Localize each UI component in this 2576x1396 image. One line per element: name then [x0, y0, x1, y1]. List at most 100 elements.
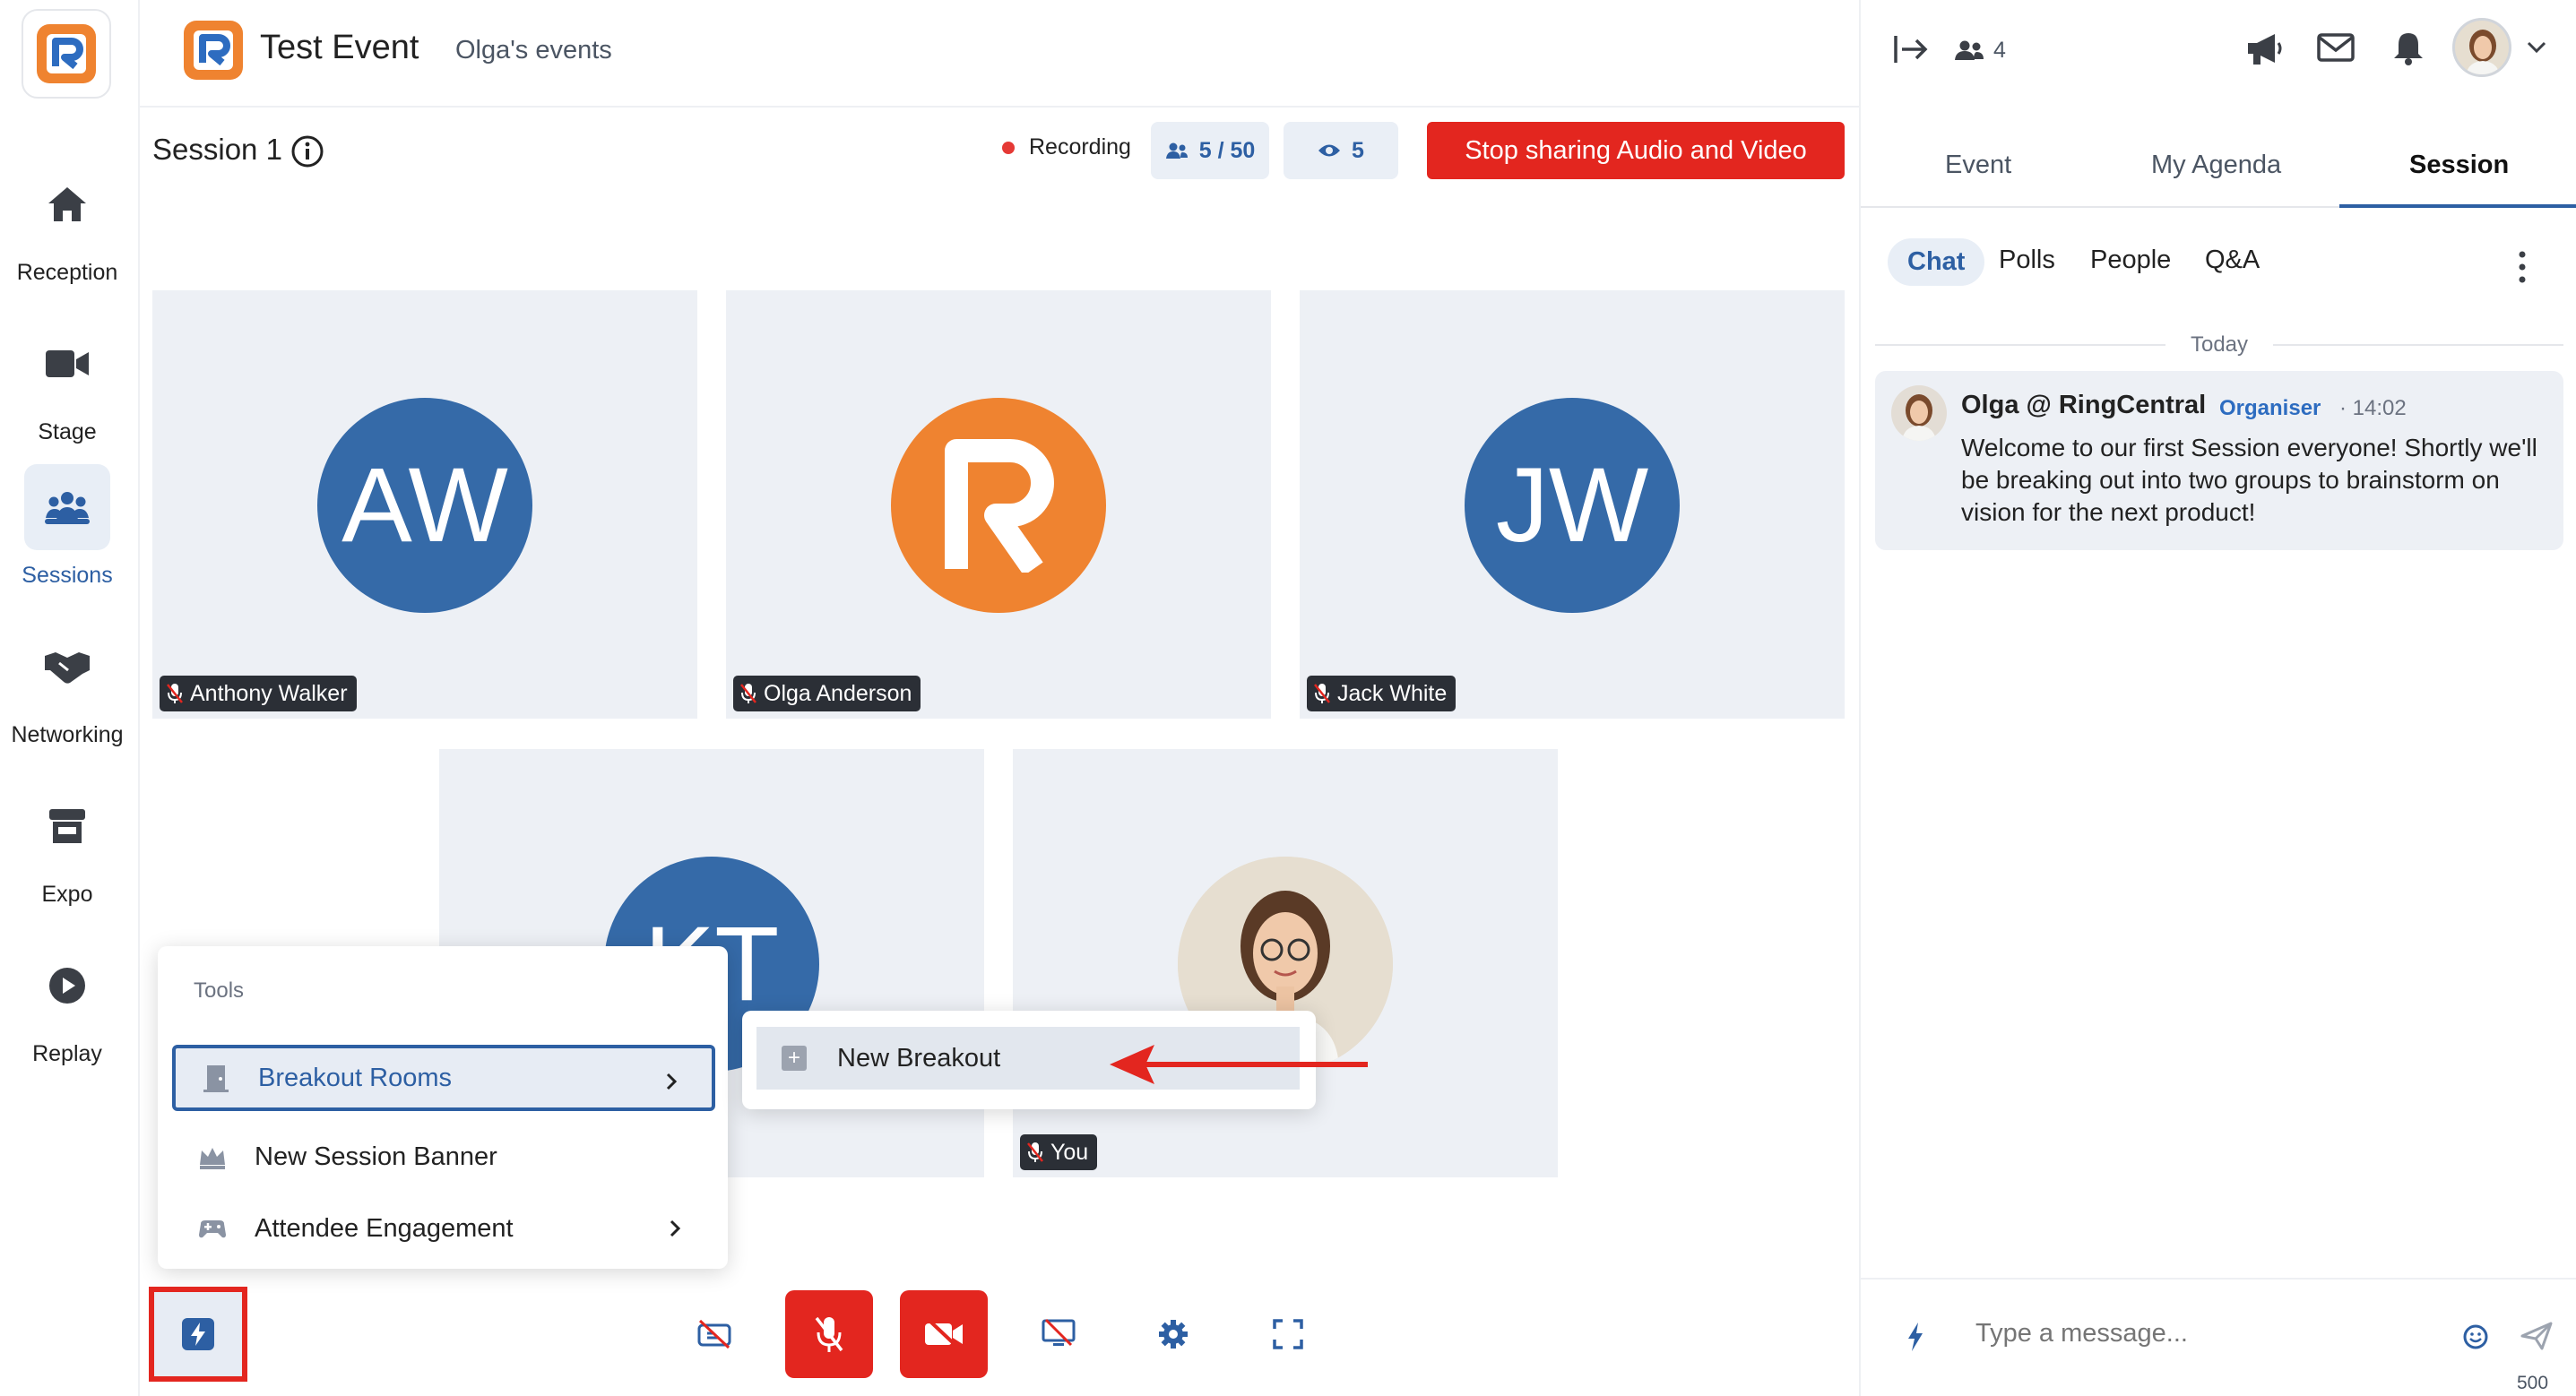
tool-breakout-rooms[interactable]: Breakout Rooms	[172, 1045, 715, 1111]
chevron-right-icon	[666, 1073, 678, 1090]
attendee-capacity-badge[interactable]: 5 / 50	[1151, 122, 1269, 179]
recording-indicator: Recording	[1002, 134, 1131, 160]
nav-label: Sessions	[22, 563, 113, 588]
emoji-icon[interactable]	[2461, 1323, 2490, 1351]
camera-toggle-button[interactable]	[900, 1290, 988, 1378]
tools-toggle-button[interactable]	[149, 1287, 247, 1382]
crown-icon	[200, 1148, 225, 1169]
session-title: Session 1	[152, 133, 282, 166]
tools-heading: Tools	[194, 978, 245, 1003]
tool-label: New Session Banner	[255, 1142, 497, 1171]
recording-label: Recording	[1029, 134, 1131, 159]
door-icon	[203, 1065, 229, 1092]
mic-off-icon	[815, 1316, 843, 1352]
tool-new-session-banner[interactable]: New Session Banner	[172, 1124, 715, 1190]
video-tile[interactable]: AW Anthony Walker	[152, 290, 697, 719]
mail-icon[interactable]	[2316, 32, 2356, 63]
nav-stage[interactable]: Stage	[0, 321, 134, 445]
tab-my-agenda[interactable]: My Agenda	[2151, 151, 2281, 180]
message-composer: 500	[1861, 1278, 2576, 1396]
nav-replay[interactable]: Replay	[0, 943, 134, 1067]
play-circle-icon	[24, 943, 110, 1029]
message-author: Olga @ RingCentral	[1961, 391, 2207, 419]
handshake-icon	[24, 624, 110, 710]
chevron-right-icon	[670, 1219, 681, 1237]
bell-icon[interactable]	[2391, 30, 2425, 66]
nav-label: Stage	[38, 419, 97, 444]
video-tile[interactable]: Olga Anderson	[726, 290, 1271, 719]
mic-muted-icon	[167, 684, 183, 703]
megaphone-icon[interactable]	[2244, 30, 2286, 66]
tools-menu: Tools Breakout Rooms New Session Banner …	[158, 946, 728, 1269]
participant-name: You	[1050, 1139, 1089, 1165]
screen-share-off-icon	[1042, 1318, 1076, 1347]
ringcentral-logo-icon	[37, 24, 96, 83]
nav-label: Expo	[41, 882, 93, 907]
new-breakout-label: New Breakout	[837, 1043, 1001, 1073]
tab-session[interactable]: Session	[2409, 151, 2509, 180]
message-time: · 14:02	[2339, 396, 2407, 420]
plus-icon: +	[782, 1046, 807, 1071]
subtab-chat[interactable]: Chat	[1888, 238, 1985, 286]
user-photo-icon	[2466, 30, 2500, 74]
people-icon	[1955, 40, 1984, 60]
screen-share-button[interactable]	[1015, 1290, 1102, 1378]
participant-avatar	[891, 398, 1106, 613]
subtab-qa[interactable]: Q&A	[2205, 246, 2260, 275]
lightning-icon	[182, 1318, 214, 1350]
captions-toggle-button[interactable]	[670, 1290, 758, 1378]
participant-nametag: Anthony Walker	[160, 676, 357, 711]
character-limit: 500	[2517, 1373, 2549, 1393]
participant-name: Anthony Walker	[190, 680, 348, 706]
date-divider: Today	[1875, 332, 2564, 358]
nav-expo[interactable]: Expo	[0, 783, 134, 908]
nav-networking[interactable]: Networking	[0, 624, 134, 748]
video-tile[interactable]: JW Jack White	[1300, 290, 1845, 719]
message-input[interactable]	[1975, 1319, 2424, 1349]
chat-message: Olga @ RingCentral Organiser · 14:02 Wel…	[1875, 371, 2563, 550]
mute-microphone-button[interactable]	[785, 1290, 873, 1378]
participant-name: Olga Anderson	[764, 680, 912, 706]
participant-nametag: Olga Anderson	[733, 676, 921, 711]
attendee-count: 5 / 50	[1198, 137, 1256, 163]
right-panel: 4 Event My Agenda Session Chat Polls Peo…	[1859, 0, 2576, 1396]
subtab-polls[interactable]: Polls	[1999, 246, 2055, 275]
send-icon[interactable]	[2520, 1321, 2553, 1351]
tool-label: Breakout Rooms	[258, 1063, 452, 1092]
viewer-count: 5	[1352, 137, 1364, 163]
stop-sharing-button[interactable]: Stop sharing Audio and Video	[1427, 122, 1845, 179]
user-avatar[interactable]	[2452, 18, 2511, 77]
nav-label: Reception	[16, 260, 118, 285]
subtab-people[interactable]: People	[2090, 246, 2171, 275]
captions-off-icon	[697, 1319, 731, 1349]
participant-nametag: You	[1020, 1134, 1098, 1170]
info-icon[interactable]	[290, 134, 324, 168]
fullscreen-button[interactable]	[1244, 1290, 1332, 1378]
left-navigation: Reception Stage Sessions Networking Expo	[0, 0, 140, 1396]
mic-muted-icon	[1314, 684, 1330, 703]
online-attendee-count: 4	[1993, 38, 2006, 63]
video-tile-self[interactable]: You	[1013, 749, 1558, 1177]
viewer-count-badge[interactable]: 5	[1284, 122, 1398, 179]
participant-name: Jack White	[1337, 680, 1448, 706]
date-divider-label: Today	[2190, 332, 2249, 357]
nav-sessions[interactable]: Sessions	[0, 464, 134, 589]
recording-dot-icon	[1002, 141, 1015, 154]
more-options-icon[interactable]	[2515, 249, 2529, 285]
fullscreen-icon	[1273, 1319, 1303, 1349]
author-photo-icon	[1902, 394, 1936, 441]
eye-icon	[1318, 144, 1341, 157]
event-owner-link[interactable]: Olga's events	[455, 36, 612, 65]
collapse-panel-icon[interactable]	[1893, 34, 1929, 65]
tab-event[interactable]: Event	[1945, 151, 2011, 180]
participant-nametag: Jack White	[1307, 676, 1457, 711]
lightning-icon[interactable]	[1906, 1321, 1925, 1353]
app-logo[interactable]	[22, 9, 111, 99]
nav-label: Networking	[11, 722, 124, 747]
chevron-down-icon[interactable]	[2526, 39, 2547, 56]
settings-button[interactable]	[1129, 1290, 1217, 1378]
ringcentral-r-icon	[945, 439, 1054, 573]
nav-reception[interactable]: Reception	[0, 161, 134, 286]
divider-line	[2273, 344, 2564, 346]
tool-attendee-engagement[interactable]: Attendee Engagement	[172, 1195, 715, 1262]
